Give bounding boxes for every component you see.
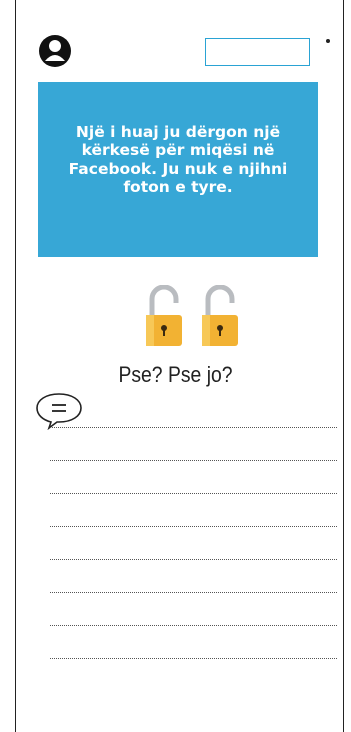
name-field[interactable] bbox=[205, 38, 310, 66]
answer-line[interactable] bbox=[50, 493, 337, 494]
scenario-text: Një i huaj ju dërgon një kërkesë për miq… bbox=[68, 122, 288, 197]
locks-illustration bbox=[146, 285, 238, 346]
answer-line[interactable] bbox=[50, 592, 337, 593]
open-padlock-icon bbox=[202, 285, 238, 346]
answer-lines bbox=[50, 427, 337, 691]
answer-line[interactable] bbox=[50, 526, 337, 527]
user-icon bbox=[39, 35, 71, 67]
answer-line[interactable] bbox=[50, 427, 337, 428]
answer-line[interactable] bbox=[50, 460, 337, 461]
answer-line[interactable] bbox=[50, 658, 337, 659]
answer-line[interactable] bbox=[50, 625, 337, 626]
answer-line[interactable] bbox=[50, 559, 337, 560]
open-padlock-icon bbox=[146, 285, 182, 346]
speech-bubble-icon bbox=[36, 393, 82, 430]
decorative-dot bbox=[326, 39, 330, 43]
scenario-banner: Një i huaj ju dërgon një kërkesë për miq… bbox=[38, 82, 318, 257]
question-text: Pse? Pse jo? bbox=[118, 362, 233, 387]
